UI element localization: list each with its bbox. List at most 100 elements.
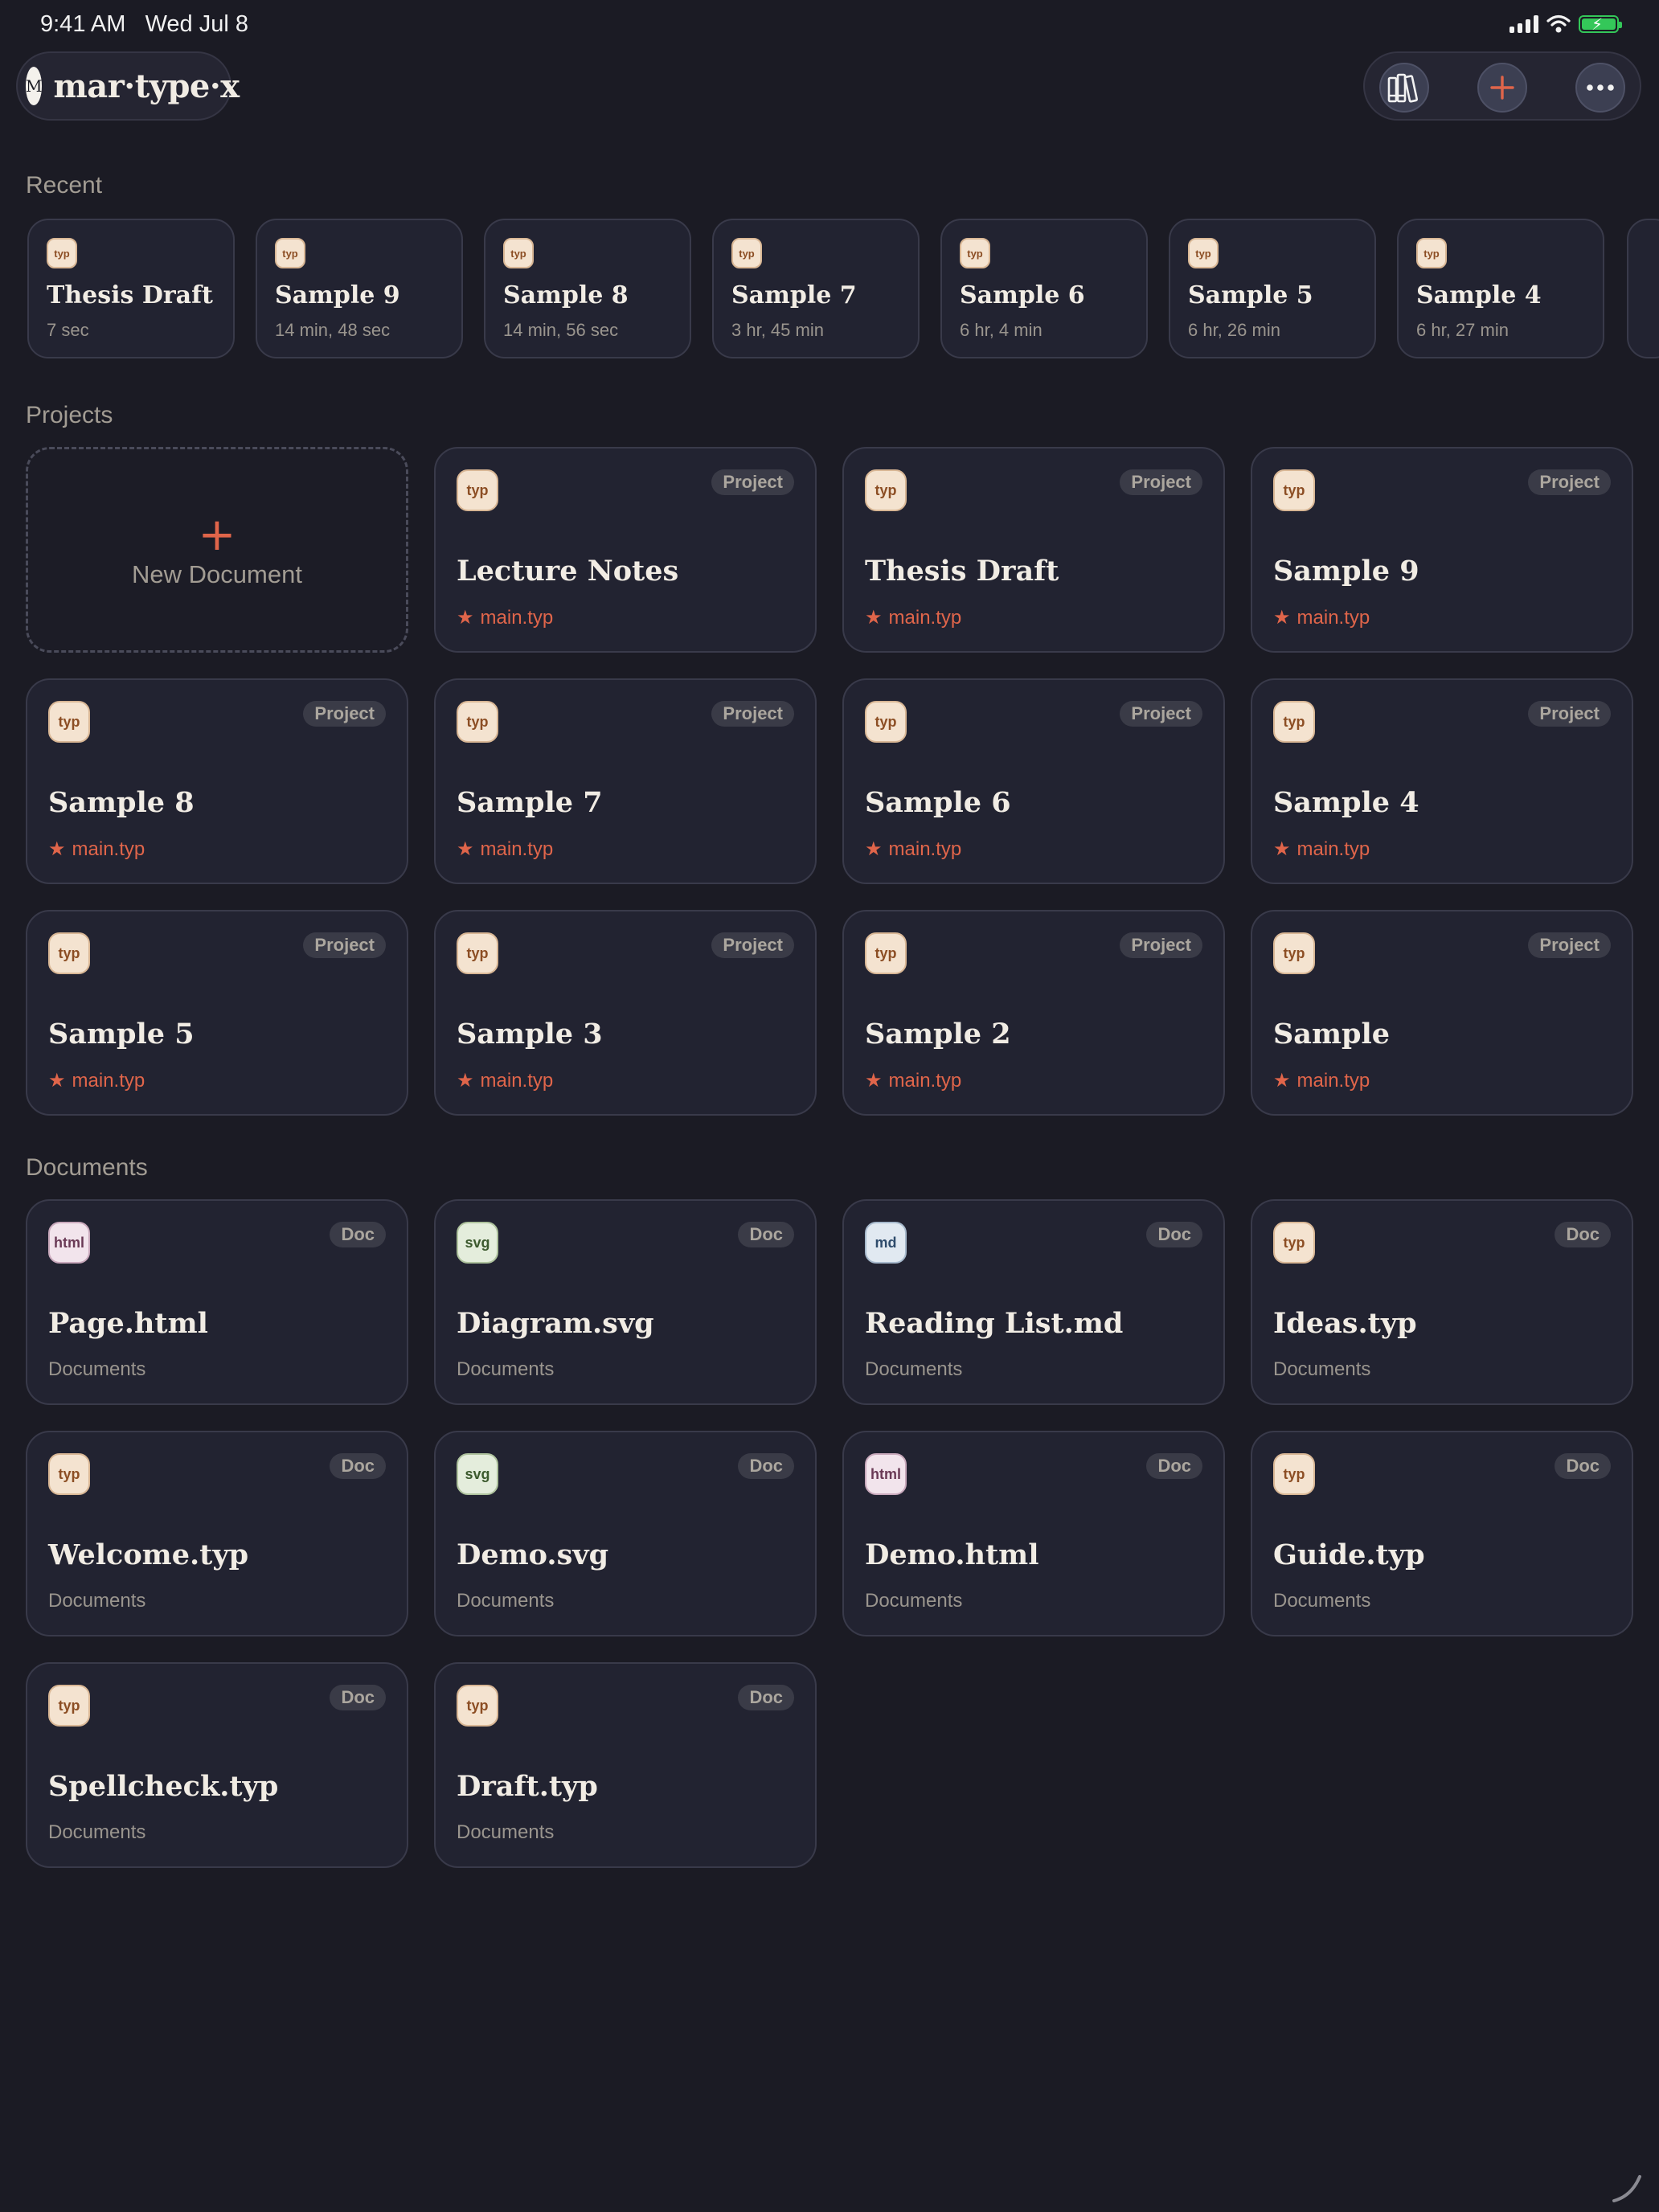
document-location: Documents [457, 1590, 555, 1612]
add-button[interactable] [1477, 63, 1527, 113]
status-date: Wed Jul 8 [145, 11, 248, 37]
typ-file-icon: typ [457, 469, 498, 511]
project-badge: Project [1120, 469, 1202, 495]
typ-file-icon: typ [457, 701, 498, 743]
project-badge: Project [1120, 701, 1202, 727]
project-badge: Project [1528, 932, 1611, 958]
star-icon: ★ [865, 1069, 883, 1092]
section-title-documents: Documents [26, 1154, 148, 1181]
project-main-file: ★ main.typ [457, 606, 553, 629]
project-file-name: main.typ [888, 1070, 962, 1092]
project-card[interactable]: typ Project Sample 3 ★ main.typ [434, 910, 817, 1116]
recent-title: Thesis Draft [47, 281, 213, 309]
document-card[interactable]: md Doc Reading List.md Documents [842, 1199, 1225, 1405]
typ-file-icon: typ [457, 932, 498, 974]
project-file-name: main.typ [1296, 607, 1370, 629]
document-card[interactable]: html Doc Page.html Documents [26, 1199, 408, 1405]
section-title-projects: Projects [26, 402, 113, 428]
typ-file-icon: typ [865, 932, 907, 974]
document-card[interactable]: typ Doc Welcome.typ Documents [26, 1431, 408, 1636]
project-card[interactable]: typ Project Sample 6 ★ main.typ [842, 678, 1225, 884]
project-card[interactable]: typ Project Sample 8 ★ main.typ [26, 678, 408, 884]
document-card[interactable]: svg Doc Diagram.svg Documents [434, 1199, 817, 1405]
star-icon: ★ [48, 838, 66, 860]
document-location: Documents [48, 1821, 146, 1843]
star-icon: ★ [48, 1069, 66, 1092]
new-document-button[interactable]: + New Document [26, 447, 408, 653]
doc-badge: Doc [738, 1453, 794, 1479]
recent-item[interactable]: typ Thesis Draft 7 sec [27, 219, 235, 358]
project-card[interactable]: typ Project Lecture Notes ★ main.typ [434, 447, 817, 653]
project-title: Sample 3 [457, 1018, 603, 1051]
doc-badge: Doc [738, 1685, 794, 1710]
document-card[interactable]: typ Doc Spellcheck.typ Documents [26, 1662, 408, 1868]
library-button[interactable] [1379, 63, 1429, 113]
app-logo[interactable]: M mar·type·x [16, 51, 240, 121]
typ-file-icon: typ [731, 238, 762, 268]
project-file-name: main.typ [480, 838, 554, 860]
project-file-name: main.typ [888, 607, 962, 629]
corner-indicator-icon [1612, 2175, 1641, 2202]
logo-mark: M [26, 67, 43, 105]
project-title: Lecture Notes [457, 555, 679, 588]
recent-item[interactable]: typ Sample 7 3 hr, 45 min [712, 219, 920, 358]
project-card[interactable]: typ Project Sample ★ main.typ [1251, 910, 1633, 1116]
typ-file-icon: typ [457, 1685, 498, 1727]
typ-file-icon: typ [1273, 1222, 1315, 1264]
document-title: Ideas.typ [1273, 1307, 1417, 1340]
project-title: Sample [1273, 1018, 1391, 1051]
project-main-file: ★ main.typ [457, 1069, 553, 1092]
doc-badge: Doc [1555, 1453, 1611, 1479]
doc-badge: Doc [1555, 1222, 1611, 1247]
document-card[interactable]: typ Doc Ideas.typ Documents [1251, 1199, 1633, 1405]
wifi-icon [1546, 14, 1571, 33]
document-title: Reading List.md [865, 1307, 1124, 1340]
doc-badge: Doc [330, 1453, 386, 1479]
html-file-icon: html [865, 1453, 907, 1495]
recent-item[interactable]: typ Sample 8 14 min, 56 sec [484, 219, 691, 358]
document-card[interactable]: typ Doc Guide.typ Documents [1251, 1431, 1633, 1636]
document-title: Demo.html [865, 1538, 1039, 1571]
document-card[interactable]: svg Doc Demo.svg Documents [434, 1431, 817, 1636]
project-card[interactable]: typ Project Sample 7 ★ main.typ [434, 678, 817, 884]
project-file-name: main.typ [480, 1070, 554, 1092]
project-badge: Project [303, 701, 386, 727]
typ-file-icon: typ [960, 238, 990, 268]
document-title: Draft.typ [457, 1770, 598, 1803]
section-title-recent: Recent [26, 172, 103, 199]
document-card[interactable]: typ Doc Draft.typ Documents [434, 1662, 817, 1868]
project-card[interactable]: typ Project Sample 5 ★ main.typ [26, 910, 408, 1116]
project-main-file: ★ main.typ [457, 838, 553, 861]
project-card[interactable]: typ Project Sample 2 ★ main.typ [842, 910, 1225, 1116]
recent-item[interactable]: typ Sample 9 14 min, 48 sec [256, 219, 463, 358]
project-badge: Project [303, 932, 386, 958]
project-main-file: ★ main.typ [48, 1069, 145, 1092]
status-clock: 9:41 AM [40, 11, 126, 37]
star-icon: ★ [865, 606, 883, 629]
recent-title: Sample 9 [275, 281, 400, 309]
project-card[interactable]: typ Project Thesis Draft ★ main.typ [842, 447, 1225, 653]
recent-time: 6 hr, 27 min [1416, 320, 1509, 340]
doc-badge: Doc [1146, 1453, 1202, 1479]
document-card[interactable]: html Doc Demo.html Documents [842, 1431, 1225, 1636]
recent-item-overflow[interactable] [1627, 219, 1659, 358]
books-icon [1387, 73, 1419, 103]
star-icon: ★ [865, 838, 883, 860]
project-badge: Project [711, 932, 794, 958]
project-card[interactable]: typ Project Sample 9 ★ main.typ [1251, 447, 1633, 653]
project-file-name: main.typ [1296, 838, 1370, 860]
typ-file-icon: typ [48, 1453, 90, 1495]
project-card[interactable]: typ Project Sample 4 ★ main.typ [1251, 678, 1633, 884]
star-icon: ★ [457, 1069, 474, 1092]
recent-title: Sample 6 [960, 281, 1085, 309]
markdown-file-icon: md [865, 1222, 907, 1264]
project-file-name: main.typ [72, 838, 145, 860]
project-file-name: main.typ [888, 838, 962, 860]
html-file-icon: html [48, 1222, 90, 1264]
recent-item[interactable]: typ Sample 5 6 hr, 26 min [1169, 219, 1376, 358]
typ-file-icon: typ [1416, 238, 1447, 268]
recent-item[interactable]: typ Sample 4 6 hr, 27 min [1397, 219, 1604, 358]
document-location: Documents [865, 1590, 963, 1612]
more-button[interactable] [1575, 63, 1625, 113]
recent-item[interactable]: typ Sample 6 6 hr, 4 min [940, 219, 1148, 358]
